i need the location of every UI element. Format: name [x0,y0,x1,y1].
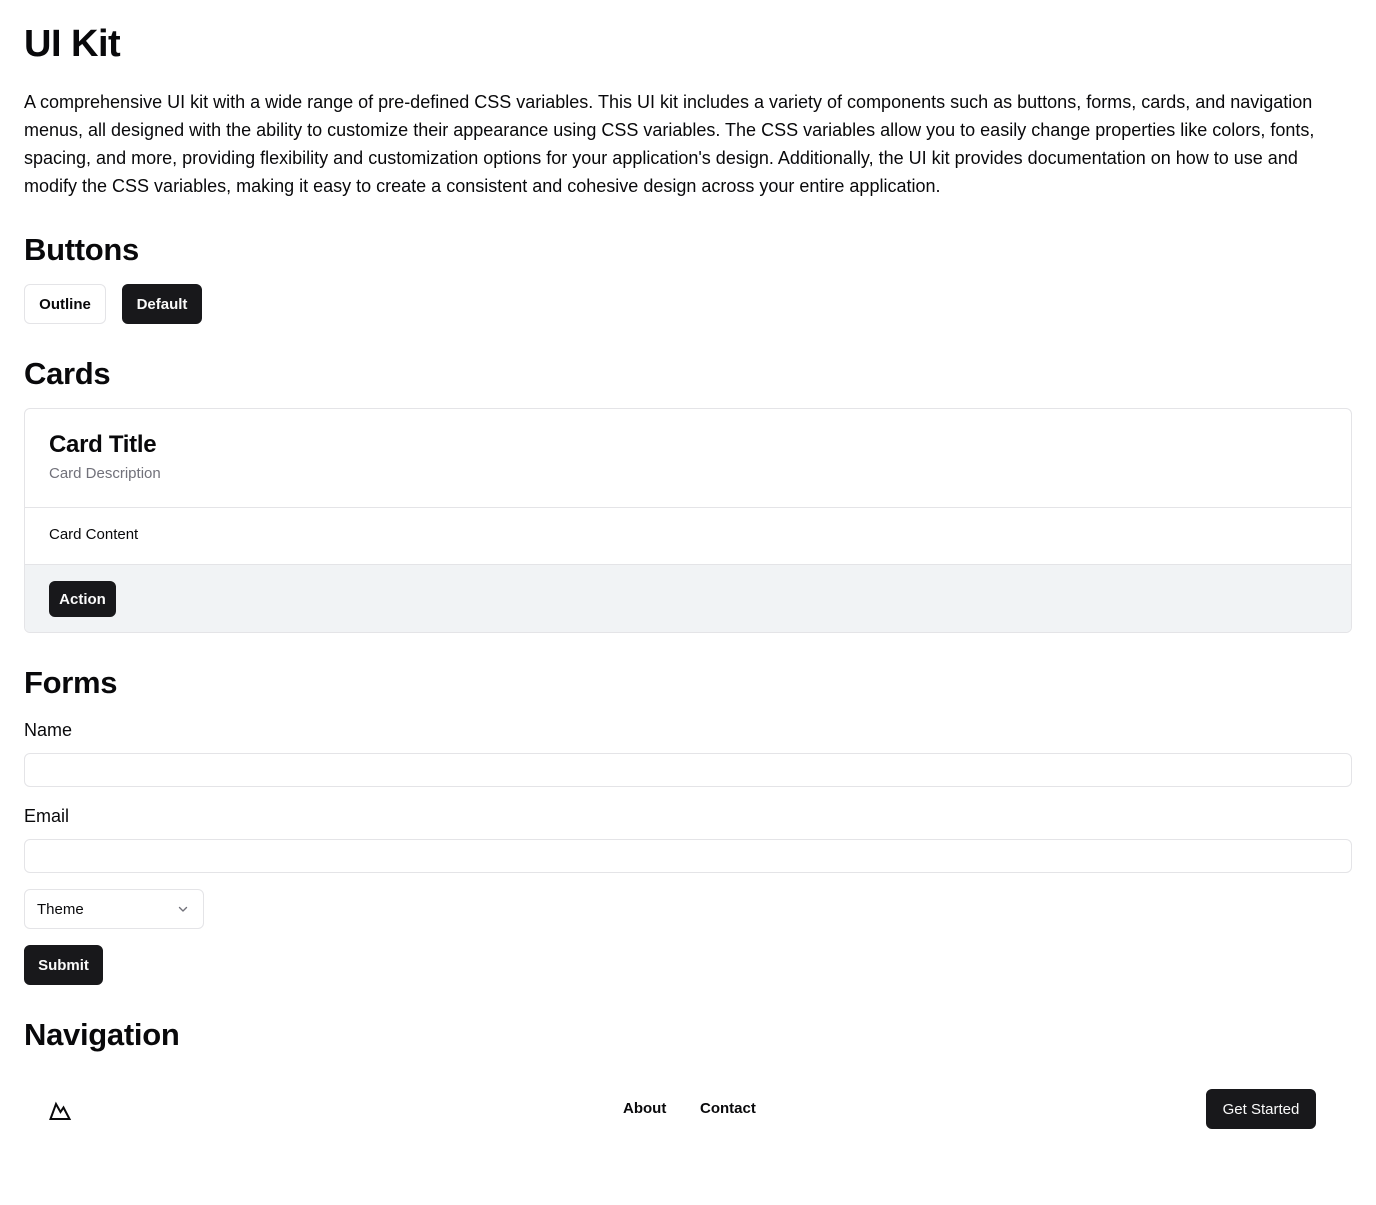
nav-link-about[interactable]: About [623,1099,666,1119]
default-button[interactable]: Default [122,284,202,324]
email-label: Email [24,806,70,826]
chevron-down-icon [178,906,188,912]
navbar: About Contact Get Started [24,1076,1352,1142]
email-input[interactable] [24,839,1352,873]
theme-select[interactable]: Theme [24,889,204,929]
intro-paragraph: A comprehensive UI kit with a wide range… [24,92,1315,196]
navigation-heading: Navigation [24,1017,180,1052]
card-description: Card Description [49,465,161,482]
page-title: UI Kit [24,23,121,65]
name-label: Name [24,720,73,740]
buttons-heading: Buttons [24,232,139,267]
mountain-icon[interactable] [48,1098,72,1122]
name-input[interactable] [24,753,1352,787]
nav-link-contact[interactable]: Contact [700,1099,756,1119]
outline-button[interactable]: Outline [24,284,106,324]
submit-button[interactable]: Submit [24,945,103,985]
card-content: Card Content [49,526,139,543]
get-started-button[interactable]: Get Started [1206,1089,1316,1129]
theme-select-value: Theme [37,900,84,918]
card-header: Card Title Card Description [25,409,1351,508]
forms-heading: Forms [24,665,118,700]
card-footer: Action [25,564,1351,632]
cards-heading: Cards [24,356,111,391]
card: Card Title Card Description Card Content… [24,408,1352,633]
card-title: Card Title [49,431,157,458]
card-action-button[interactable]: Action [49,581,116,617]
